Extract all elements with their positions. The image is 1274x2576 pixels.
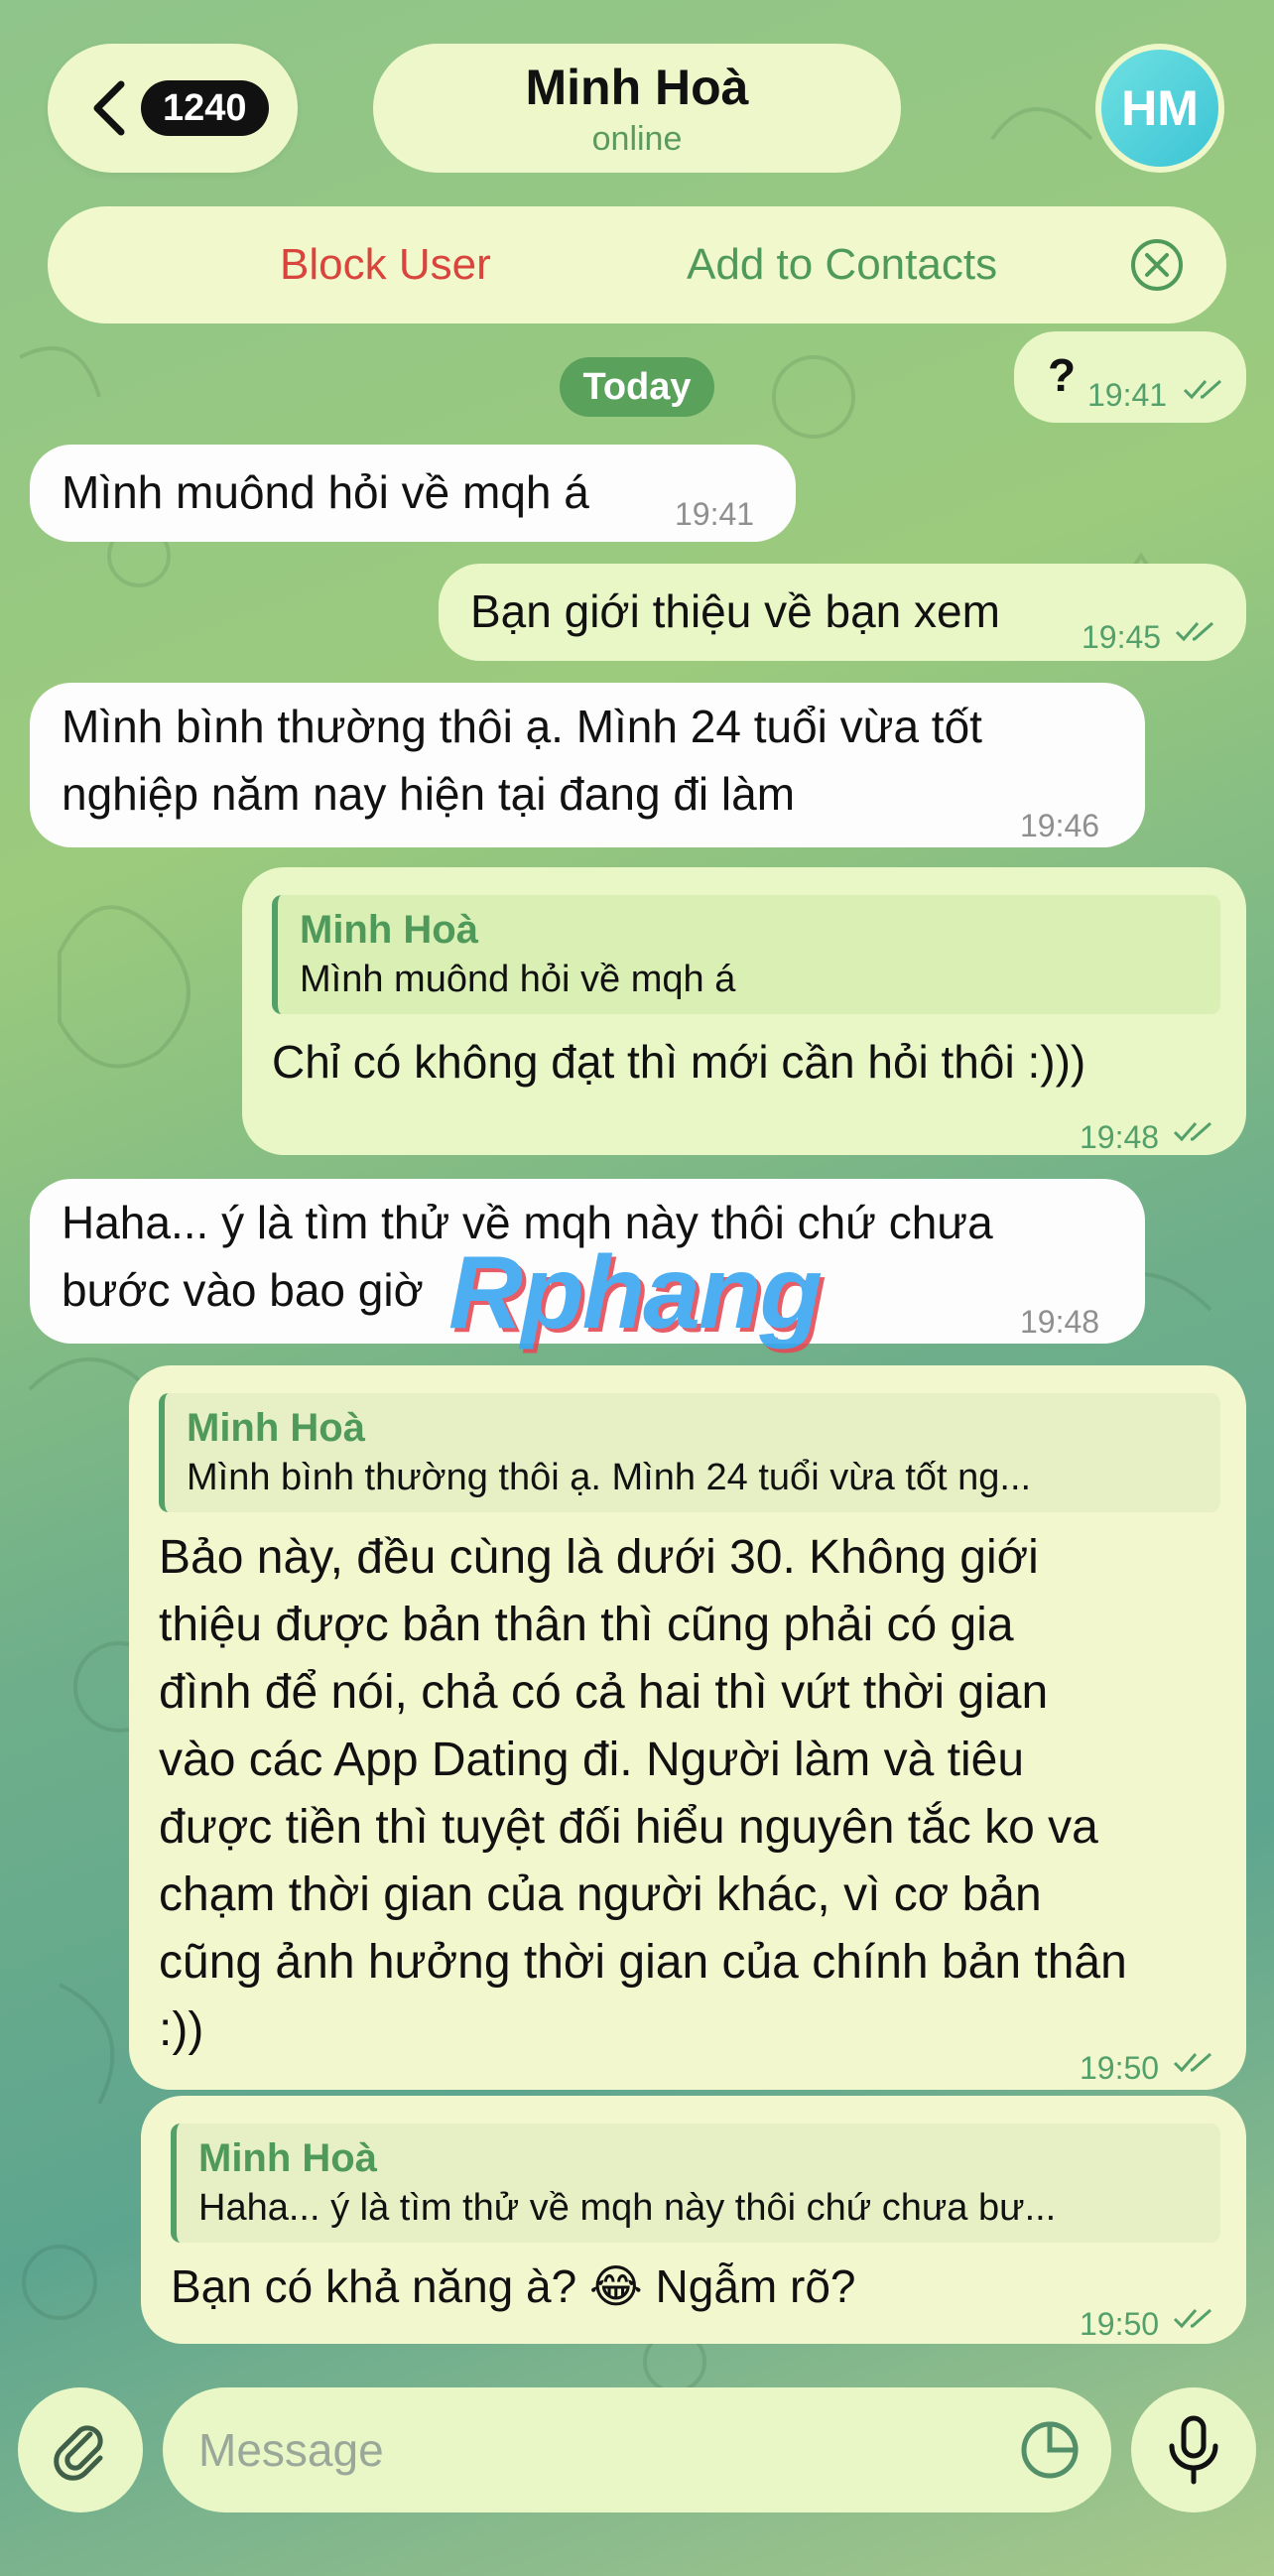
message-text-line: chạm thời gian của người khác, vì cơ bản xyxy=(159,1868,1042,1921)
add-to-contacts-button[interactable]: Add to Contacts xyxy=(687,240,997,290)
message-text-line: :)) xyxy=(159,2003,204,2056)
contact-status: online xyxy=(591,119,683,158)
attach-button[interactable] xyxy=(18,2387,143,2512)
read-ticks-icon xyxy=(1173,1121,1211,1142)
message-bubble-outgoing[interactable]: Minh Hoà Mình bình thường thôi ạ. Mình 2… xyxy=(129,1365,1246,2090)
message-time: 19:45 xyxy=(1082,619,1162,655)
reply-text: Mình muônd hỏi về mqh á xyxy=(300,959,736,1000)
message-bubble-outgoing[interactable]: Minh Hoà Mình muônd hỏi về mqh á Chỉ có … xyxy=(242,867,1246,1155)
message-time: 19:48 xyxy=(1080,1119,1160,1155)
message-bubble-outgoing[interactable]: ? 19:41 xyxy=(1014,331,1246,423)
message-text-line: Mình bình thường thôi ạ. Mình 24 tuổi vừ… xyxy=(62,701,982,752)
chat-title[interactable]: Minh Hoà online xyxy=(373,44,901,173)
message-time: 19:46 xyxy=(1020,808,1100,843)
avatar-initials: HM xyxy=(1121,80,1199,136)
reply-author: Minh Hoà xyxy=(187,1406,365,1450)
reply-quote[interactable]: Minh Hoà Mình muônd hỏi về mqh á xyxy=(272,895,1220,1014)
message-text-line: Bảo này, đều cùng là dưới 30. Không giới xyxy=(159,1531,1039,1584)
reply-text: Mình bình thường thôi ạ. Mình 24 tuổi vừ… xyxy=(187,1457,1032,1498)
unread-count-badge: 1240 xyxy=(141,80,269,136)
read-ticks-icon xyxy=(1173,2052,1211,2073)
date-separator: Today xyxy=(560,357,714,417)
message-text: Bạn giới thiệu về bạn xem xyxy=(470,585,1000,637)
voice-record-button[interactable] xyxy=(1131,2387,1256,2512)
message-text-line: thiệu được bản thân thì cũng phải có gia xyxy=(159,1599,1014,1651)
message-bubble-incoming[interactable]: Mình muônd hỏi về mqh á 19:41 xyxy=(30,445,796,542)
message-text-line: vào các App Dating đi. Người làm và tiêu xyxy=(159,1734,1025,1786)
message-text: Mình muônd hỏi về mqh á xyxy=(62,466,589,518)
message-time: 19:50 xyxy=(1080,2050,1160,2086)
read-ticks-icon xyxy=(1183,379,1221,400)
message-text: ? xyxy=(1048,349,1077,401)
reply-quote[interactable]: Minh Hoà Haha... ý là tìm thử về mqh này… xyxy=(171,2124,1220,2243)
paperclip-icon xyxy=(54,2425,103,2481)
read-ticks-icon xyxy=(1173,2308,1211,2329)
reply-text: Haha... ý là tìm thử về mqh này thôi chứ… xyxy=(198,2187,1057,2229)
message-time: 19:41 xyxy=(1087,377,1168,413)
message-time: 19:48 xyxy=(1020,1304,1100,1340)
microphone-icon xyxy=(1169,2415,1218,2485)
read-ticks-icon xyxy=(1175,621,1213,642)
message-bubble-incoming[interactable]: Mình bình thường thôi ạ. Mình 24 tuổi vừ… xyxy=(30,683,1145,847)
reply-author: Minh Hoà xyxy=(300,908,478,952)
reply-author: Minh Hoà xyxy=(198,2136,377,2180)
watermark-logo: Rphang xyxy=(448,1235,823,1351)
message-text-line: nghiệp năm nay hiện tại đang đi làm xyxy=(62,768,796,820)
message-bubble-outgoing[interactable]: Bạn giới thiệu về bạn xem 19:45 xyxy=(439,564,1246,661)
close-circle-icon[interactable] xyxy=(1129,237,1185,293)
contact-action-bar: Block User Add to Contacts xyxy=(48,206,1226,323)
avatar[interactable]: HM xyxy=(1095,44,1224,173)
message-text: Bạn có khả năng à? 😂 Ngẫm rõ? xyxy=(171,2260,856,2312)
contact-name: Minh Hoà xyxy=(525,59,749,115)
sticker-icon[interactable] xyxy=(1018,2418,1082,2482)
message-text-line: được tiền thì tuyệt đối hiểu nguyên tắc … xyxy=(159,1801,1098,1854)
reply-quote[interactable]: Minh Hoà Mình bình thường thôi ạ. Mình 2… xyxy=(159,1393,1220,1512)
message-bubble-outgoing[interactable]: Minh Hoà Haha... ý là tìm thử về mqh này… xyxy=(141,2096,1246,2344)
message-input-placeholder: Message xyxy=(198,2424,384,2476)
message-time: 19:41 xyxy=(675,496,755,532)
message-text-line: cũng ảnh hưởng thời gian của chính bản t… xyxy=(159,1936,1127,1989)
block-user-button[interactable]: Block User xyxy=(280,240,491,290)
back-button[interactable]: 1240 xyxy=(48,44,298,173)
message-input[interactable]: Message xyxy=(163,2387,1111,2512)
message-text: Chỉ có không đạt thì mới cần hỏi thôi :)… xyxy=(272,1036,1086,1088)
message-text-line: đình để nói, chả có cả hai thì vứt thời … xyxy=(159,1666,1049,1719)
message-time: 19:50 xyxy=(1080,2306,1160,2342)
chevron-left-icon xyxy=(93,80,125,136)
